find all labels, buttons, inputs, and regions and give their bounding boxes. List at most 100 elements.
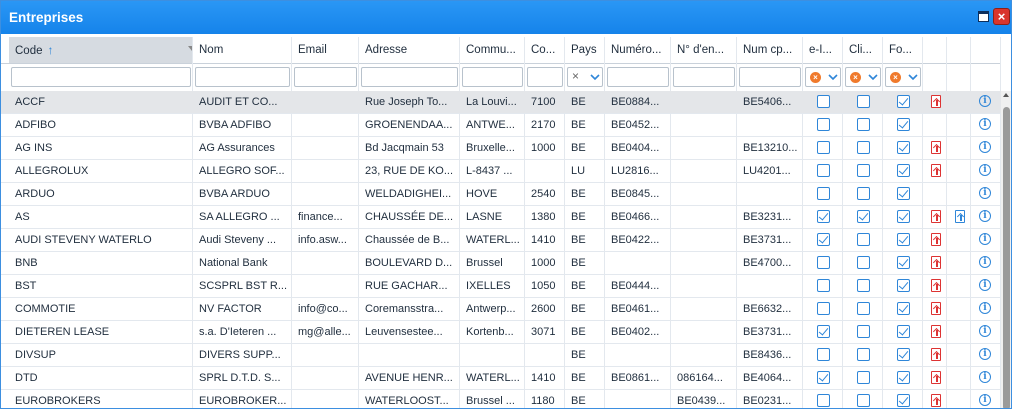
- table-row[interactable]: DIVSUP DIVERS SUPP... BE BE8436... i: [1, 344, 1001, 367]
- info-icon[interactable]: i: [979, 325, 991, 337]
- column-header-code[interactable]: Code ↑: [9, 37, 193, 63]
- table-row[interactable]: COMMOTIE NV FACTOR info@co... Coremansstra.…: [1, 298, 1001, 321]
- table-row[interactable]: AS SA ALLEGRO ... finance... CHAUSSÉE DE...…: [1, 206, 1001, 229]
- info-icon[interactable]: i: [979, 210, 991, 222]
- checkbox-cli[interactable]: [857, 371, 870, 384]
- pdf-export-icon[interactable]: [931, 95, 941, 108]
- chevron-down-icon[interactable]: [590, 72, 600, 82]
- checkbox-einv[interactable]: [817, 256, 830, 269]
- filter-nom-input[interactable]: [195, 67, 290, 87]
- pdf-export-icon[interactable]: [931, 164, 941, 177]
- checkbox-einv[interactable]: [817, 187, 830, 200]
- table-row[interactable]: BST SCSPRL BST R... RUE GACHAR... IXELLES 10…: [1, 275, 1001, 298]
- info-icon[interactable]: i: [979, 95, 991, 107]
- checkbox-cli[interactable]: [857, 210, 870, 223]
- filter-adresse-input[interactable]: [361, 67, 458, 87]
- document-export-icon[interactable]: [955, 210, 965, 223]
- checkbox-cli[interactable]: [857, 187, 870, 200]
- checkbox-einv[interactable]: [817, 371, 830, 384]
- checkbox-cli[interactable]: [857, 164, 870, 177]
- checkbox-cli[interactable]: [857, 118, 870, 131]
- close-button[interactable]: ×: [993, 8, 1010, 25]
- column-header-act1[interactable]: [923, 37, 947, 63]
- checkbox-einv[interactable]: [817, 233, 830, 246]
- checkbox-einv[interactable]: [817, 164, 830, 177]
- column-header-einv[interactable]: e-I...: [803, 37, 843, 63]
- checkbox-einv[interactable]: [817, 348, 830, 361]
- column-header-pays[interactable]: Pays: [565, 37, 605, 63]
- checkbox-einv[interactable]: [817, 302, 830, 315]
- column-header-numcp[interactable]: Num cp...: [737, 37, 803, 63]
- checkbox-fo[interactable]: [897, 233, 910, 246]
- checkbox-cli[interactable]: [857, 302, 870, 315]
- checkbox-fo[interactable]: [897, 164, 910, 177]
- checkbox-fo[interactable]: [897, 302, 910, 315]
- filter-einv-select[interactable]: ×: [805, 67, 841, 87]
- table-row[interactable]: BNB National Bank BOULEVARD D... Brussel 100…: [1, 252, 1001, 275]
- filter-cli-select[interactable]: ×: [845, 67, 881, 87]
- checkbox-einv[interactable]: [817, 141, 830, 154]
- checkbox-cli[interactable]: [857, 141, 870, 154]
- checkbox-einv[interactable]: [817, 325, 830, 338]
- chevron-down-icon[interactable]: [868, 72, 878, 82]
- clear-filter-icon[interactable]: ×: [850, 72, 861, 83]
- info-icon[interactable]: i: [979, 164, 991, 176]
- info-icon[interactable]: i: [979, 371, 991, 383]
- table-row[interactable]: EUROBROKERS EUROBROKER... WATERLOOST... Bru…: [1, 390, 1001, 408]
- filter-fo-select[interactable]: ×: [885, 67, 921, 87]
- checkbox-fo[interactable]: [897, 210, 910, 223]
- filter-ent-input[interactable]: [673, 67, 735, 87]
- checkbox-cli[interactable]: [857, 256, 870, 269]
- clear-filter-icon[interactable]: ×: [890, 72, 901, 83]
- table-row[interactable]: DTD SPRL D.T.D. S... AVENUE HENR... WATERL.…: [1, 367, 1001, 390]
- column-header-adresse[interactable]: Adresse: [359, 37, 460, 63]
- table-row[interactable]: ACCF AUDIT ET CO... Rue Joseph To... La Lou…: [1, 91, 1001, 114]
- info-icon[interactable]: i: [979, 256, 991, 268]
- filter-numcp-input[interactable]: [739, 67, 801, 87]
- checkbox-fo[interactable]: [897, 394, 910, 407]
- checkbox-fo[interactable]: [897, 187, 910, 200]
- pdf-export-icon[interactable]: [931, 371, 941, 384]
- scroll-up-arrow-icon[interactable]: [1003, 93, 1009, 97]
- checkbox-fo[interactable]: [897, 256, 910, 269]
- info-icon[interactable]: i: [979, 302, 991, 314]
- table-row[interactable]: AUDI STEVENY WATERLO Audi Steveny ... info…: [1, 229, 1001, 252]
- info-icon[interactable]: i: [979, 348, 991, 360]
- checkbox-cli[interactable]: [857, 95, 870, 108]
- checkbox-einv[interactable]: [817, 95, 830, 108]
- sort-ascending-icon[interactable]: ↑: [48, 43, 54, 57]
- checkbox-einv[interactable]: [817, 210, 830, 223]
- filter-email-input[interactable]: [294, 67, 357, 87]
- table-row[interactable]: ARDUO BVBA ARDUO WELDADIGHEI... HOVE 2540 BE B…: [1, 183, 1001, 206]
- pdf-export-icon[interactable]: [931, 233, 941, 246]
- chevron-down-icon[interactable]: [908, 72, 918, 82]
- checkbox-fo[interactable]: [897, 95, 910, 108]
- pdf-export-icon[interactable]: [931, 394, 941, 407]
- column-header-fo[interactable]: Fo...: [883, 37, 923, 63]
- checkbox-einv[interactable]: [817, 394, 830, 407]
- info-icon[interactable]: i: [979, 187, 991, 199]
- column-header-numero[interactable]: Numéro...: [605, 37, 671, 63]
- checkbox-fo[interactable]: [897, 371, 910, 384]
- title-bar[interactable]: Entreprises ×: [1, 1, 1011, 34]
- table-row[interactable]: ADFIBO BVBA ADFIBO GROENENDAA... ANTWE... 21…: [1, 114, 1001, 137]
- pdf-export-icon[interactable]: [931, 256, 941, 269]
- checkbox-einv[interactable]: [817, 118, 830, 131]
- checkbox-einv[interactable]: [817, 279, 830, 292]
- filter-numero-input[interactable]: [607, 67, 669, 87]
- column-header-act3[interactable]: [971, 37, 1001, 63]
- column-header-cp[interactable]: Co...: [525, 37, 565, 63]
- chevron-down-icon[interactable]: [828, 72, 838, 82]
- checkbox-fo[interactable]: [897, 118, 910, 131]
- checkbox-cli[interactable]: [857, 394, 870, 407]
- checkbox-cli[interactable]: [857, 348, 870, 361]
- pdf-export-icon[interactable]: [931, 210, 941, 223]
- table-row[interactable]: AG INS AG Assurances Bd Jacqmain 53 Bruxell…: [1, 137, 1001, 160]
- info-icon[interactable]: i: [979, 394, 991, 406]
- maximize-icon[interactable]: [978, 11, 989, 22]
- clear-filter-icon[interactable]: ×: [810, 72, 821, 83]
- table-row[interactable]: DIETEREN LEASE s.a. D'Ieteren ... mg@alle.…: [1, 321, 1001, 344]
- filter-commune-input[interactable]: [462, 67, 523, 87]
- pdf-export-icon[interactable]: [931, 325, 941, 338]
- filter-pays-select[interactable]: ×: [567, 67, 603, 87]
